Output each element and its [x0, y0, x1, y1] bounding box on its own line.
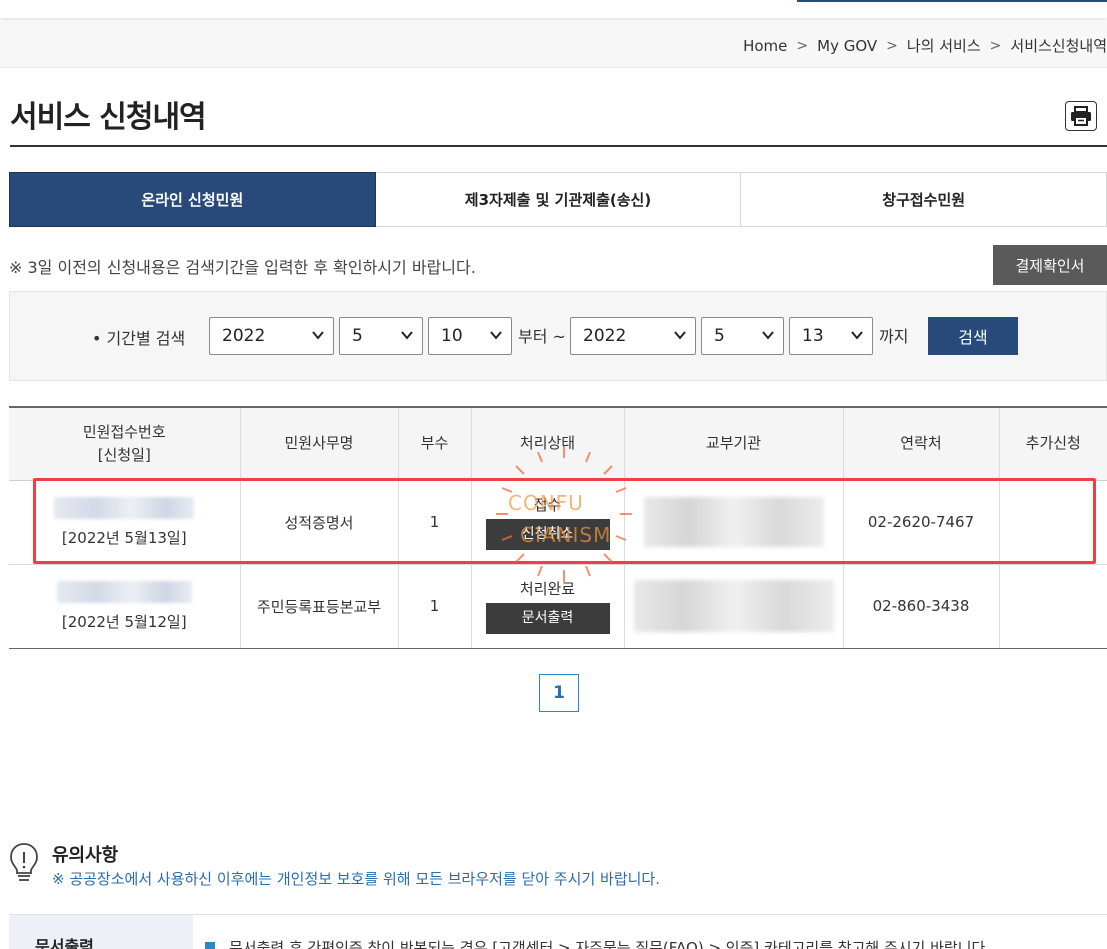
to-day-value: 13 — [802, 326, 824, 346]
header-accent-line — [797, 0, 1107, 2]
from-month-select[interactable]: 5 — [339, 317, 423, 355]
bullet-square-icon — [205, 942, 215, 949]
contact-cell: 02-860-3438 — [842, 564, 999, 649]
cancel-application-button[interactable]: 신청취소 — [485, 519, 610, 550]
status-text: 접수 — [533, 496, 562, 514]
from-year-value: 2022 — [222, 326, 266, 346]
header-receipt-number: 민원접수번호 [신청일] — [9, 406, 240, 481]
tab-online-applications[interactable]: 온라인 신청민원 — [9, 172, 376, 227]
printer-icon — [1071, 106, 1091, 126]
chevron-right-icon: > — [989, 37, 1002, 54]
issuing-agency-cell — [623, 564, 843, 649]
print-document-button[interactable]: 문서출력 — [485, 603, 610, 634]
status-text: 처리완료 — [519, 580, 576, 598]
redacted-receipt-number — [54, 496, 195, 519]
to-day-select[interactable]: 13 — [789, 317, 873, 355]
chevron-down-icon — [401, 331, 413, 340]
to-year-select[interactable]: 2022 — [570, 317, 696, 355]
application-date: [2022년 5월13일] — [61, 528, 187, 547]
caution-title: 유의사항 — [52, 845, 119, 866]
redacted-agency — [633, 580, 834, 632]
breadcrumb-mygov[interactable]: My GOV — [817, 37, 877, 55]
tab-counter-applications[interactable]: 창구접수민원 — [741, 172, 1107, 227]
chevron-down-icon — [762, 331, 774, 340]
chevron-down-icon — [674, 331, 686, 340]
search-period-notice: ※ 3일 이전의 신청내용은 검색기간을 입력한 후 확인하시기 바랍니다. — [9, 258, 476, 277]
from-year-select[interactable]: 2022 — [209, 317, 334, 355]
table-row: [2022년 5월13일] 성적증명서 1 접수 신청취소 02-2620-74… — [9, 480, 1107, 565]
breadcrumb: Home > My GOV > 나의 서비스 > 서비스신청내역 — [743, 35, 1107, 56]
chevron-down-icon — [851, 331, 863, 340]
status-cell: 접수 신청취소 — [470, 480, 624, 565]
search-button[interactable]: 검색 — [928, 317, 1018, 355]
print-button[interactable] — [1065, 101, 1097, 131]
status-cell: 처리완료 문서출력 — [470, 564, 624, 649]
chevron-right-icon: > — [796, 37, 809, 54]
to-month-value: 5 — [714, 326, 725, 346]
doc-output-panel: 문서출력 문서출력 후 간편인증 창이 반복되는 경우 [고객센터 > 자주묻는… — [9, 914, 1107, 949]
additional-request-cell — [998, 564, 1107, 649]
redacted-agency — [643, 497, 824, 547]
caution-text: ※ 공공장소에서 사용하신 이후에는 개인정보 보호를 위해 모든 브라우저를 … — [52, 870, 660, 888]
from-day-select[interactable]: 10 — [428, 317, 512, 355]
tab-bar: 온라인 신청민원 제3자제출 및 기관제출(송신) 창구접수민원 — [9, 172, 1107, 227]
lightbulb-icon — [10, 843, 38, 881]
additional-request-cell — [998, 480, 1107, 565]
to-month-select[interactable]: 5 — [701, 317, 784, 355]
breadcrumb-my-services[interactable]: 나의 서비스 — [907, 35, 981, 56]
receipt-number-cell: [2022년 5월13일] — [9, 480, 240, 565]
from-suffix-label: 부터 ~ — [518, 327, 566, 346]
header-issuing-agency: 교부기관 — [623, 406, 843, 481]
pagination-page-1[interactable]: 1 — [539, 674, 579, 712]
issuing-agency-cell — [623, 480, 843, 565]
to-suffix-label: 까지 — [879, 327, 909, 346]
service-name-cell: 주민등록표등본교부 — [239, 564, 398, 649]
redacted-receipt-number — [56, 580, 192, 603]
chevron-down-icon — [312, 331, 324, 340]
to-year-value: 2022 — [583, 326, 627, 346]
breadcrumb-bar: Home > My GOV > 나의 서비스 > 서비스신청내역 — [0, 22, 1107, 68]
period-search-label: • 기간별 검색 — [92, 329, 186, 348]
header-contact: 연락처 — [842, 406, 999, 481]
breadcrumb-current: 서비스신청내역 — [1010, 37, 1107, 55]
table-row: [2022년 5월12일] 주민등록표등본교부 1 처리완료 문서출력 02-8… — [9, 564, 1107, 649]
application-date: [2022년 5월12일] — [61, 612, 187, 631]
from-month-value: 5 — [352, 326, 363, 346]
payment-receipt-button[interactable]: 결제확인서 — [993, 245, 1107, 285]
chevron-right-icon: > — [886, 37, 898, 54]
page-title: 서비스 신청내역 — [10, 100, 207, 135]
doc-output-label: 문서출력 — [9, 915, 193, 949]
from-day-value: 10 — [441, 326, 463, 346]
title-divider — [10, 145, 1107, 147]
service-name-cell: 성적증명서 — [239, 480, 398, 565]
chevron-down-icon — [490, 331, 502, 340]
receipt-number-cell: [2022년 5월12일] — [9, 564, 240, 649]
header-status: 처리상태 — [470, 406, 624, 481]
header-additional-request: 추가신청 — [998, 406, 1107, 481]
doc-output-text: 문서출력 후 간편인증 창이 반복되는 경우 [고객센터 > 자주묻는 질문(F… — [229, 939, 991, 949]
copies-cell: 1 — [397, 564, 471, 649]
copies-cell: 1 — [397, 480, 471, 565]
contact-cell: 02-2620-7467 — [842, 480, 999, 565]
header-service-name: 민원사무명 — [239, 406, 398, 481]
header-copies: 부수 — [397, 406, 471, 481]
breadcrumb-home[interactable]: Home — [743, 37, 787, 55]
top-header-bar — [0, 0, 1107, 18]
table-header-row: 민원접수번호 [신청일] 민원사무명 부수 처리상태 교부기관 연락처 추가신청 — [9, 406, 1107, 481]
tab-third-party-submission[interactable]: 제3자제출 및 기관제출(송신) — [375, 172, 742, 227]
application-table: 민원접수번호 [신청일] 민원사무명 부수 처리상태 교부기관 연락처 추가신청… — [9, 406, 1107, 649]
